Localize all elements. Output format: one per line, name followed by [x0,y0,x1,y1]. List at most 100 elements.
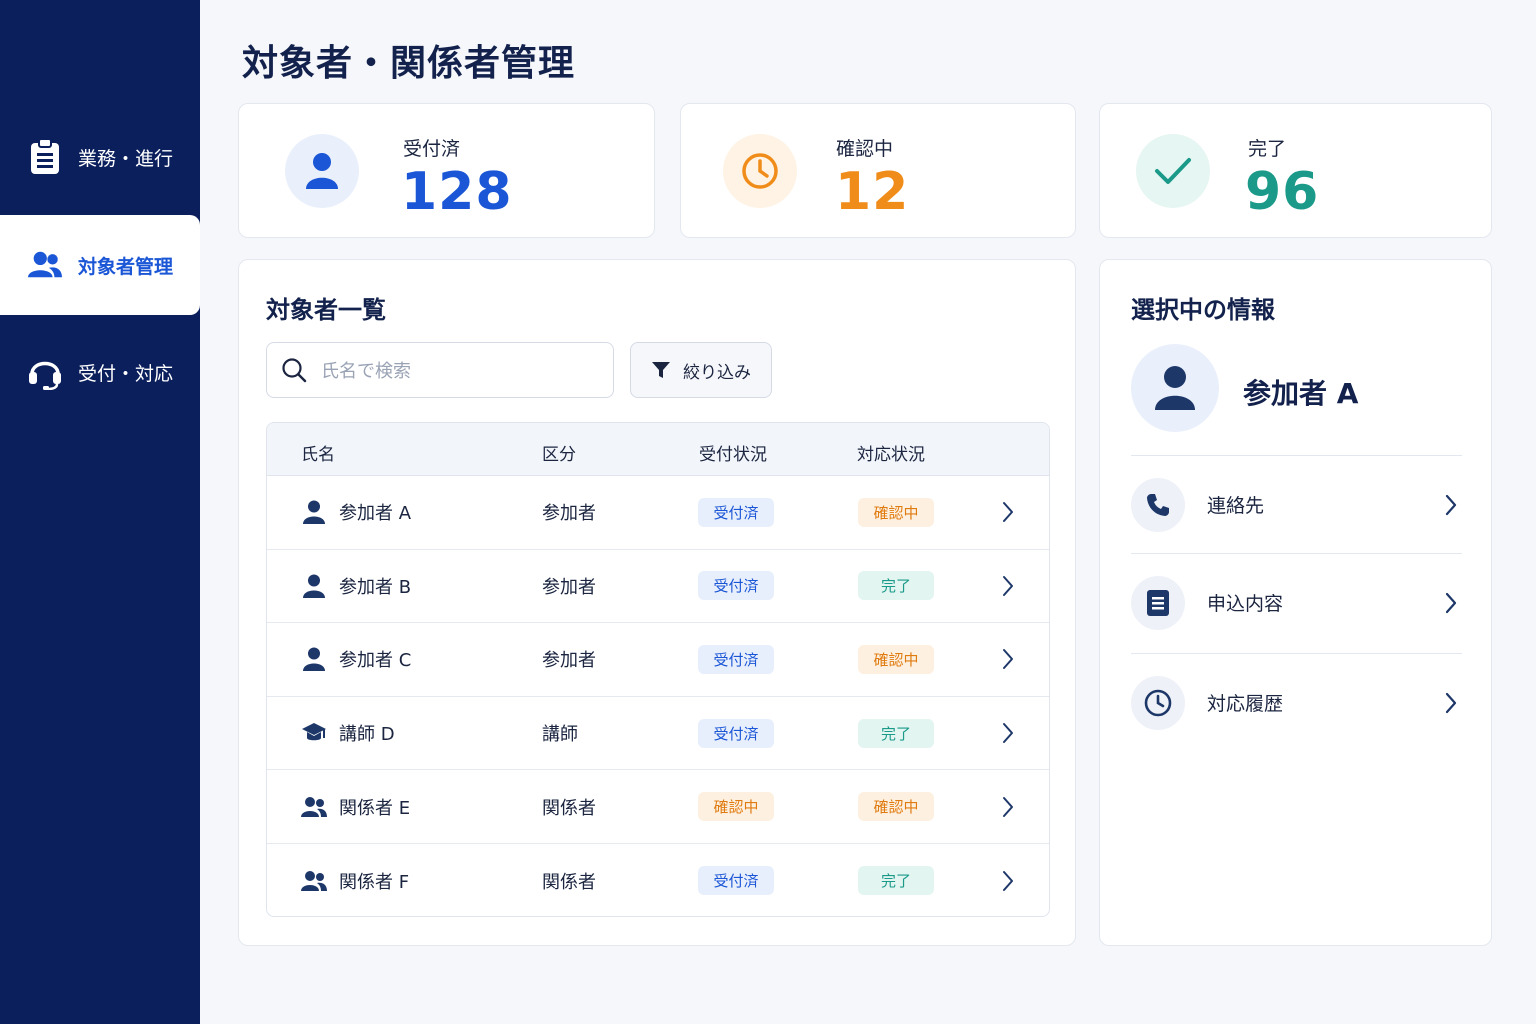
reception-badge: 確認中 [698,792,774,822]
row-category: 講師 [542,724,578,746]
stat-label: 受付済 [403,138,461,160]
row-name-label: 関係者 E [339,797,411,819]
sidebar-item-label: 業務・進行 [78,147,174,170]
detail-item-application[interactable]: 申込内容 [1131,553,1462,651]
row-category: 参加者 [542,503,596,525]
row-name-label: 参加者 B [339,576,412,598]
row-response-cell: 確認中 [858,476,934,549]
row-reception-cell: 確認中 [698,770,774,843]
search-icon [281,357,307,383]
filter-icon [651,360,671,380]
row-response-cell: 完了 [858,844,934,916]
row-name: 関係者 F [301,844,410,916]
table-row[interactable]: 関係者 E 関係者 確認中 確認中 [267,770,1049,844]
stat-label: 完了 [1248,138,1287,160]
row-response-cell: 確認中 [858,770,934,843]
row-reception-cell: 受付済 [698,550,774,623]
stat-value: 128 [401,162,513,222]
check-icon [1136,134,1210,208]
subject-list-panel: 対象者一覧 氏名で検索 絞り込み 氏名 区分 受付状況 対応状況 参加者 A 参加… [238,259,1076,946]
row-response-cell: 完了 [858,697,934,770]
subject-table: 氏名 区分 受付状況 対応状況 参加者 A 参加者 受付済 確認中 参加者 B 参加者 受付… [266,422,1050,917]
page-title: 対象者・関係者管理 [242,43,576,84]
sidebar: 業務・進行 対象者管理 受付・対応 [0,0,200,1024]
table-row[interactable]: 参加者 B 参加者 受付済 完了 [267,550,1049,624]
user-icon [301,574,327,598]
row-reception-cell: 受付済 [698,697,774,770]
table-row[interactable]: 講師 D 講師 受付済 完了 [267,697,1049,771]
row-name: 講師 D [301,697,395,770]
reception-badge: 受付済 [698,571,774,601]
search-input[interactable]: 氏名で検索 [266,342,614,398]
selected-name: 参加者 A [1243,377,1359,410]
reception-badge: 受付済 [698,644,774,674]
clock-icon [723,134,797,208]
stat-card-complete: 完了 96 [1099,103,1492,238]
reception-badge: 受付済 [698,718,774,748]
row-name: 参加者 A [301,476,411,549]
row-name-label: 参加者 C [339,650,412,672]
avatar [1131,344,1219,432]
sidebar-item-label: 対象者管理 [78,255,174,278]
row-name: 関係者 E [301,770,410,843]
detail-item-label: 対応履歴 [1207,693,1284,715]
chevron-right-icon [1444,493,1458,517]
row-category: 関係者 [542,871,596,893]
row-category: 参加者 [542,576,596,598]
detail-item-label: 連絡先 [1207,495,1265,517]
graduation-cap-icon [301,722,327,744]
detail-title: 選択中の情報 [1131,296,1275,324]
table-header: 氏名 区分 受付状況 対応状況 [267,423,1049,476]
chevron-right-icon[interactable] [1001,476,1015,549]
chevron-right-icon [1444,691,1458,715]
row-category: 関係者 [542,797,596,819]
stat-value: 12 [835,162,910,222]
clipboard-icon [28,139,62,174]
header-response: 対応状況 [857,445,925,465]
chevron-right-icon [1444,591,1458,615]
filter-label: 絞り込み [683,362,751,383]
phone-icon [1131,477,1185,532]
sidebar-item-reception[interactable]: 受付・対応 [0,322,200,422]
stat-value: 96 [1245,162,1320,222]
stat-label: 確認中 [836,138,894,160]
table-row[interactable]: 参加者 A 参加者 受付済 確認中 [267,476,1049,550]
chevron-right-icon[interactable] [1001,550,1015,623]
detail-item-contact[interactable]: 連絡先 [1131,455,1462,553]
row-category: 参加者 [542,650,596,672]
response-badge: 確認中 [858,497,934,527]
sidebar-item-operations[interactable]: 業務・進行 [0,107,200,207]
document-icon [1131,575,1185,630]
stat-card-checking: 確認中 12 [680,103,1076,238]
filter-button[interactable]: 絞り込み [630,342,772,398]
header-name: 氏名 [301,445,335,465]
user-icon [1154,365,1196,411]
response-badge: 完了 [858,866,934,896]
chevron-right-icon[interactable] [1001,697,1015,770]
chevron-right-icon[interactable] [1001,623,1015,696]
sidebar-item-label: 受付・対応 [78,362,174,385]
header-category: 区分 [542,445,576,465]
detail-item-history[interactable]: 対応履歴 [1131,653,1462,751]
response-badge: 完了 [858,571,934,601]
user-icon [285,134,359,208]
stat-card-received: 受付済 128 [238,103,655,238]
row-reception-cell: 受付済 [698,476,774,549]
reception-badge: 受付済 [698,866,774,896]
chevron-right-icon[interactable] [1001,770,1015,843]
users-icon [28,248,62,282]
user-icon [301,500,327,525]
search-placeholder: 氏名で検索 [321,361,411,382]
row-name: 参加者 B [301,550,411,623]
row-reception-cell: 受付済 [698,844,774,916]
row-name-label: 講師 D [339,724,395,746]
table-row[interactable]: 参加者 C 参加者 受付済 確認中 [267,623,1049,697]
chevron-right-icon[interactable] [1001,844,1015,916]
header-reception: 受付状況 [699,445,767,465]
response-badge: 完了 [858,718,934,748]
row-name-label: 関係者 F [339,871,410,893]
users-icon [301,870,327,892]
table-row[interactable]: 関係者 F 関係者 受付済 完了 [267,844,1049,916]
clock-icon [1131,675,1185,730]
sidebar-item-subjects[interactable]: 対象者管理 [0,215,200,315]
